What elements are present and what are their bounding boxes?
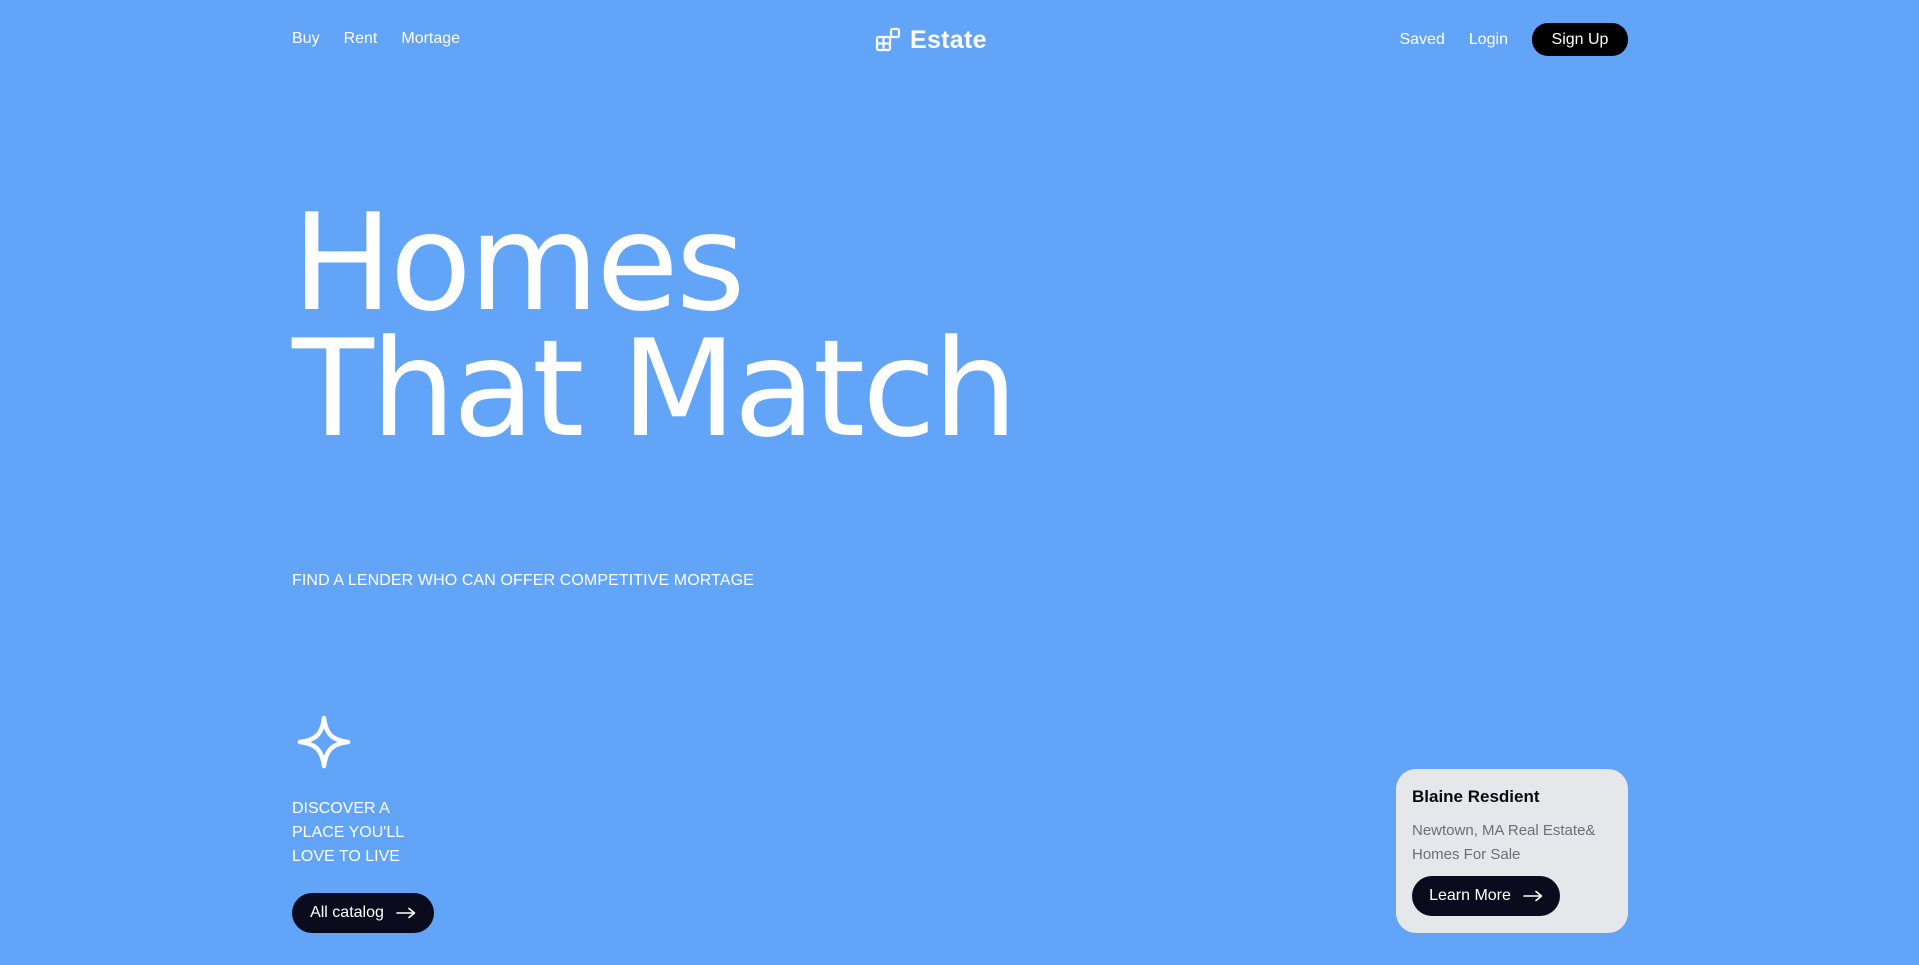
nav-left-links: Buy Rent Mortage — [292, 29, 460, 49]
hero-title-line-2: That Match — [292, 311, 1018, 467]
nav-link-login[interactable]: Login — [1469, 30, 1508, 50]
discover-text: DISCOVER A PLACE YOU'LL LOVE TO LIVE — [292, 797, 404, 869]
card-description: Newtown, MA Real Estate& Homes For Sale — [1412, 819, 1612, 867]
discover-line-3: LOVE TO LIVE — [292, 848, 400, 865]
card-title: Blaine Resdient — [1412, 787, 1540, 806]
sign-up-button[interactable]: Sign Up — [1532, 23, 1628, 56]
arrow-right-icon — [1523, 890, 1543, 902]
nav-link-rent[interactable]: Rent — [344, 29, 378, 49]
discover-line-1: DISCOVER A — [292, 800, 390, 817]
logo[interactable]: Estate — [875, 26, 987, 54]
hero-title: Homes That Match — [292, 185, 1018, 467]
all-catalog-label: All catalog — [310, 904, 384, 921]
learn-more-button[interactable]: Learn More — [1412, 876, 1560, 916]
blocks-icon — [875, 27, 901, 52]
hero-title-line-1: Homes — [292, 185, 746, 341]
hero-subtitle: FIND A LENDER WHO CAN OFFER COMPETITIVE … — [292, 572, 754, 589]
learn-more-label: Learn More — [1429, 887, 1511, 904]
logo-text: Estate — [910, 26, 987, 54]
sparkle-icon — [297, 715, 351, 769]
card-description-line-2: Homes For Sale — [1412, 846, 1521, 863]
agent-card: Blaine Resdient Newtown, MA Real Estate&… — [1396, 769, 1628, 933]
arrow-right-icon — [396, 907, 416, 919]
nav-right-links: Saved Login Sign Up — [1399, 23, 1628, 56]
all-catalog-button[interactable]: All catalog — [292, 893, 434, 933]
nav-link-buy[interactable]: Buy — [292, 29, 320, 49]
nav-link-mortage[interactable]: Mortage — [401, 29, 460, 49]
card-description-line-1: Newtown, MA Real Estate& — [1412, 822, 1596, 839]
discover-line-2: PLACE YOU'LL — [292, 824, 405, 841]
top-nav: Buy Rent Mortage Estate Saved Login Sign… — [292, 0, 1628, 80]
nav-link-saved[interactable]: Saved — [1399, 30, 1444, 50]
